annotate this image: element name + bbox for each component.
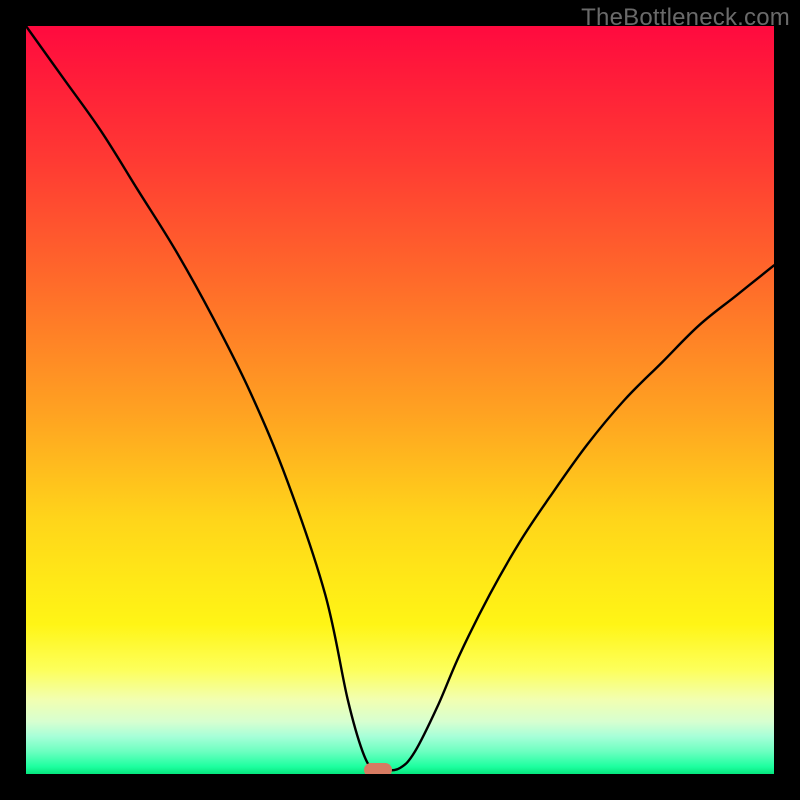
curve-path <box>26 26 774 772</box>
watermark-text: TheBottleneck.com <box>581 4 790 32</box>
bottleneck-curve <box>26 26 774 774</box>
chart-frame: TheBottleneck.com <box>0 0 800 800</box>
plot-area <box>26 26 774 774</box>
minimum-marker <box>364 763 392 774</box>
